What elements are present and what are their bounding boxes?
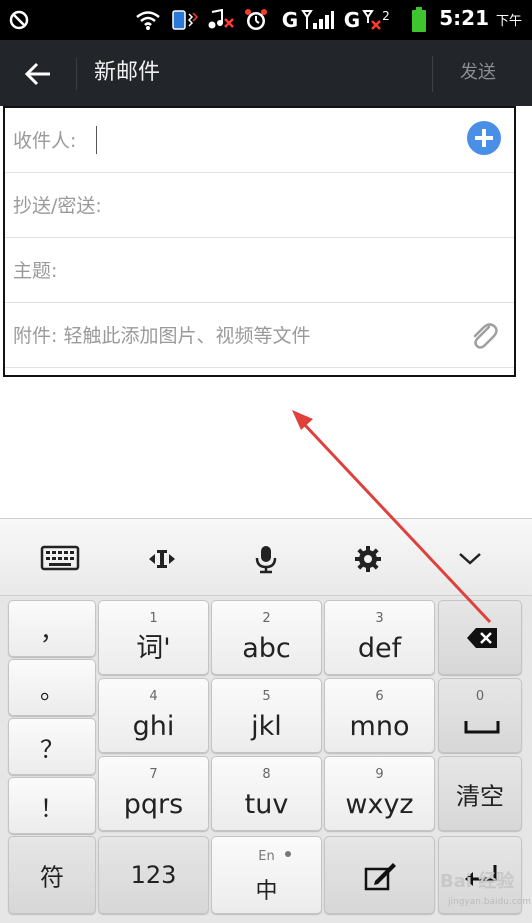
baidu-watermark: Bai 经验 jingyan.baidu.com <box>440 865 532 915</box>
key-4[interactable]: 4 ghi <box>98 678 209 753</box>
clear-button[interactable]: 清空 <box>438 756 522 831</box>
sim2-label: 2 <box>382 9 390 23</box>
lang-top-label: En <box>258 849 275 864</box>
clock: 5:21 下午 <box>439 6 522 30</box>
key-3[interactable]: 3 def <box>324 600 435 675</box>
status-bar: G G 2 5:21 下午 <box>0 0 532 40</box>
clock-time: 5:21 <box>439 6 490 30</box>
key-exclaim-label: ！ <box>40 794 64 822</box>
key-label: 词' <box>136 633 171 664</box>
lang-indicator-dot <box>285 851 291 857</box>
key-num: 7 <box>149 767 158 782</box>
key-label: tuv <box>244 789 289 820</box>
key-num: 9 <box>375 767 384 782</box>
send-button[interactable]: 发送 <box>446 60 510 86</box>
key-num: 6 <box>375 689 384 704</box>
app-header: 新邮件 发送 <box>0 40 532 106</box>
key-8[interactable]: 8 tuv <box>211 756 322 831</box>
microphone-icon[interactable] <box>244 539 288 579</box>
key-comma-label: ， <box>40 617 64 645</box>
back-button[interactable] <box>22 58 54 90</box>
key-num: 5 <box>262 689 271 704</box>
header-divider <box>76 58 77 90</box>
music-muted-icon <box>205 8 237 32</box>
network-type-2: G <box>343 8 361 32</box>
number-mode-button[interactable]: 123 <box>98 836 209 914</box>
symbol-label: 符 <box>40 863 64 892</box>
back-arrow-icon <box>24 62 50 86</box>
keyboard-toolbar <box>0 518 532 596</box>
clear-label: 清空 <box>456 782 504 810</box>
clock-ampm: 下午 <box>495 14 522 29</box>
key-7[interactable]: 7 pqrs <box>98 756 209 831</box>
header-divider <box>432 56 433 92</box>
key-2[interactable]: 2 abc <box>211 600 322 675</box>
key-label: mno <box>349 711 410 742</box>
number-mode-label: 123 <box>130 861 177 889</box>
watermark-url: jingyan.baidu.com <box>448 897 532 907</box>
backspace-button[interactable] <box>438 600 522 675</box>
keyboard-icon[interactable] <box>38 539 82 579</box>
space-button[interactable]: 0 <box>438 678 522 753</box>
network-type-1: G <box>281 8 299 32</box>
key-num: 0 <box>475 689 485 704</box>
battery-icon <box>408 7 430 32</box>
compose-form: 收件人: 抄送/密送: 主题: 附件: 轻触此添加图片、视频等文件 <box>0 106 532 518</box>
key-num: 1 <box>149 611 158 626</box>
key-label: ghi <box>132 711 175 742</box>
key-label: pqrs <box>123 789 184 820</box>
cursor-move-icon[interactable] <box>140 539 184 579</box>
symbol-button[interactable]: 符 <box>8 836 96 914</box>
key-num: 3 <box>375 611 384 626</box>
space-bar-icon <box>464 721 500 734</box>
key-num: 2 <box>262 611 271 626</box>
key-6[interactable]: 6 mno <box>324 678 435 753</box>
soft-keyboard: ， 。 ？ ！ 1 词' 2 abc 3 def 4 ghi 5 jkl 6 mno 0 7… <box>0 518 532 923</box>
key-question-label: ？ <box>40 735 64 763</box>
key-comma[interactable]: ， <box>8 600 96 657</box>
key-exclaim[interactable]: ！ <box>8 777 96 834</box>
key-1[interactable]: 1 词' <box>98 600 209 675</box>
wifi-icon <box>134 8 162 32</box>
key-9[interactable]: 9 wxyz <box>324 756 435 831</box>
key-label: def <box>357 633 402 664</box>
settings-icon[interactable] <box>346 539 390 579</box>
handwriting-icon <box>364 863 396 891</box>
handwriting-button[interactable] <box>324 836 435 914</box>
signal-icon <box>300 8 336 32</box>
key-label: jkl <box>251 711 282 742</box>
key-label: abc <box>242 633 291 664</box>
key-num: 8 <box>262 767 271 782</box>
collapse-keyboard-icon[interactable] <box>448 539 492 579</box>
page-title: 新邮件 <box>94 60 161 85</box>
key-question[interactable]: ？ <box>8 718 96 775</box>
alarm-off-icon <box>6 8 32 32</box>
vibrate-icon <box>168 8 202 32</box>
backspace-icon <box>467 628 497 648</box>
language-toggle-button[interactable]: En 中 <box>211 836 322 914</box>
key-period[interactable]: 。 <box>8 659 96 716</box>
key-label: wxyz <box>345 789 414 820</box>
key-num: 4 <box>149 689 158 704</box>
highlight-frame <box>3 106 516 377</box>
key-5[interactable]: 5 jkl <box>211 678 322 753</box>
alarm-clock-icon <box>242 8 270 32</box>
watermark-brand: Bai 经验 <box>440 871 515 892</box>
key-period-label: 。 <box>40 676 64 704</box>
lang-bottom-label: 中 <box>255 879 278 904</box>
